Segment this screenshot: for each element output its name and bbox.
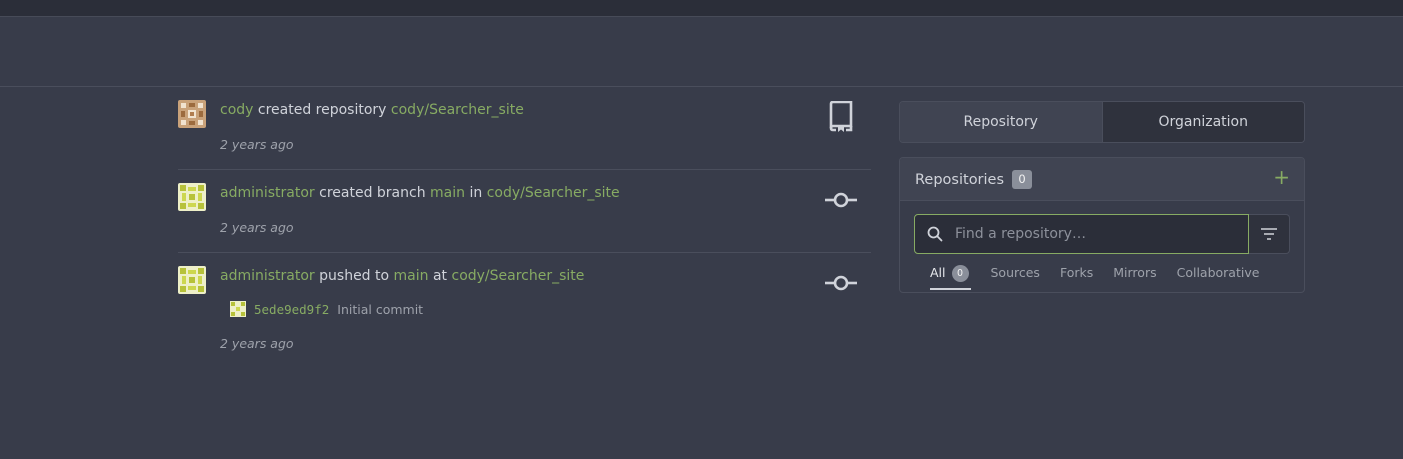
user-link[interactable]: administrator [220, 268, 315, 284]
committer-avatar[interactable] [230, 301, 246, 317]
commit-sha-link[interactable]: 5ede9ed9f2 [254, 302, 329, 317]
filter-tab-label: All [930, 265, 946, 280]
repo-panel-header: Repositories 0 + [900, 158, 1304, 201]
commit-row: 5ede9ed9f2 Initial commit [230, 301, 423, 317]
repo-link[interactable]: cody/Searcher_site [452, 268, 585, 284]
context-switcher: Repository Organization [899, 101, 1305, 143]
filter-tab-all[interactable]: All 0 [930, 262, 971, 290]
feed-text: administrator pushed to main at cody/Sea… [220, 268, 584, 284]
timestamp: 2 years ago [220, 336, 294, 351]
filter-icon [1261, 228, 1277, 240]
branch-link[interactable]: main [430, 185, 465, 201]
branch-link[interactable]: main [394, 268, 429, 284]
repo-link[interactable]: cody/Searcher_site [487, 185, 620, 201]
user-avatar[interactable] [178, 266, 206, 294]
repo-link[interactable]: cody/Searcher_site [391, 102, 524, 118]
new-repo-button[interactable]: + [1273, 166, 1290, 188]
filter-tab-forks[interactable]: Forks [1060, 262, 1093, 290]
filter-tab-mirrors[interactable]: Mirrors [1113, 262, 1156, 290]
repo-filter-tabs: All 0 Sources Forks Mirrors Collaborative [930, 262, 1279, 290]
repo-bookmark-icon [824, 100, 858, 134]
action-text: pushed to [319, 268, 390, 284]
tab-organization[interactable]: Organization [1101, 102, 1304, 142]
repo-title-text: Repositories [915, 172, 1005, 188]
filter-button[interactable] [1249, 214, 1290, 254]
filter-tab-collaborative[interactable]: Collaborative [1177, 262, 1260, 290]
activity-feed: cody created repository cody/Searcher_si… [178, 87, 871, 363]
dashboard-header [0, 17, 1403, 87]
action-text: created repository [257, 102, 387, 118]
timestamp: 2 years ago [220, 137, 294, 152]
conjunction-text: at [432, 268, 448, 284]
tab-repository[interactable]: Repository [900, 102, 1102, 142]
commit-message: Initial commit [337, 301, 424, 317]
feed-text: administrator created branch main in cod… [220, 185, 620, 201]
repo-search [914, 214, 1290, 254]
user-link[interactable]: cody [220, 102, 253, 118]
search-icon [927, 226, 943, 242]
top-navbar [0, 0, 1403, 17]
user-link[interactable]: administrator [220, 185, 315, 201]
feed-text: cody created repository cody/Searcher_si… [220, 102, 524, 118]
feed-item: cody created repository cody/Searcher_si… [178, 87, 871, 170]
search-input[interactable] [953, 225, 1237, 243]
repo-panel-title: Repositories 0 [915, 170, 1033, 189]
filter-tab-sources[interactable]: Sources [991, 262, 1040, 290]
action-text: created branch [319, 185, 426, 201]
user-avatar[interactable] [178, 100, 206, 128]
commit-icon [824, 183, 858, 217]
repo-count-badge: 0 [1012, 170, 1033, 189]
commit-icon [824, 266, 858, 300]
feed-item: administrator created branch main in cod… [178, 170, 871, 253]
repository-list-panel: Repositories 0 + All 0 Sources Forks Mirro… [899, 157, 1305, 293]
timestamp: 2 years ago [220, 220, 294, 235]
conjunction-text: in [469, 185, 483, 201]
filter-count-badge: 0 [951, 265, 969, 282]
user-avatar[interactable] [178, 183, 206, 211]
search-box [914, 214, 1249, 254]
